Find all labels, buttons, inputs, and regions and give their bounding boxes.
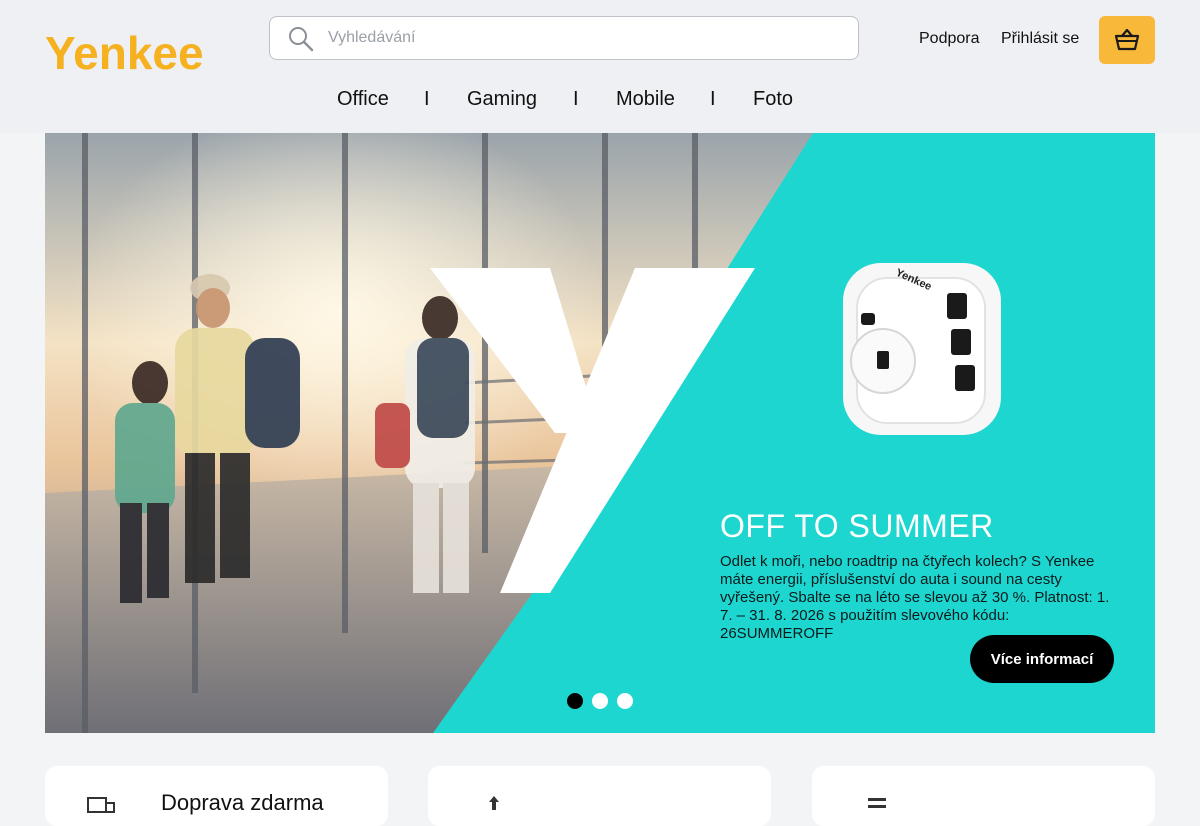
main-nav: Office I Gaming I Mobile I Foto — [0, 88, 1200, 114]
site-header: Yenkee Podpora Přihlásit se Office I Gam… — [0, 0, 1200, 133]
feature-card-delivery[interactable]: Doprava zdarma — [45, 766, 388, 826]
nav-item-office[interactable]: Office — [337, 88, 389, 111]
search-box[interactable] — [269, 16, 859, 60]
feature-card[interactable] — [812, 766, 1155, 826]
nav-separator: I — [710, 88, 716, 110]
yenkee-logo[interactable]: Yenkee — [45, 27, 215, 75]
nav-item-foto[interactable]: Foto — [753, 88, 793, 111]
travel-adapter-product: Yenkee — [843, 263, 1001, 435]
delivery-icon — [87, 797, 115, 813]
search-input[interactable] — [326, 23, 846, 53]
more-info-button[interactable]: Více informací — [970, 635, 1114, 683]
feature-card[interactable] — [428, 766, 771, 826]
nav-separator: I — [573, 88, 579, 110]
carousel-dots — [567, 693, 637, 709]
support-link[interactable]: Podpora — [919, 30, 980, 48]
upload-icon — [489, 796, 499, 810]
svg-text:Yenkee: Yenkee — [45, 27, 204, 75]
hero-title: OFF TO SUMMER — [720, 508, 994, 544]
carousel-dot-1[interactable] — [567, 693, 583, 709]
list-icon — [868, 798, 886, 808]
basket-icon — [1114, 28, 1140, 51]
hero-description: Odlet k moři, nebo roadtrip na čtyřech k… — [720, 553, 1110, 642]
carousel-dot-2[interactable] — [592, 693, 608, 709]
hero-banner[interactable]: Yenkee OFF TO SUMMER Odlet k moři, nebo … — [45, 133, 1155, 733]
nav-separator: I — [424, 88, 430, 110]
cart-button[interactable] — [1099, 16, 1155, 64]
feature-card-title: Doprava zdarma — [161, 790, 324, 815]
carousel-dot-3[interactable] — [617, 693, 633, 709]
search-icon[interactable] — [288, 26, 314, 52]
nav-item-gaming[interactable]: Gaming — [467, 88, 537, 111]
nav-item-mobile[interactable]: Mobile — [616, 88, 675, 111]
login-link[interactable]: Přihlásit se — [1001, 30, 1079, 48]
